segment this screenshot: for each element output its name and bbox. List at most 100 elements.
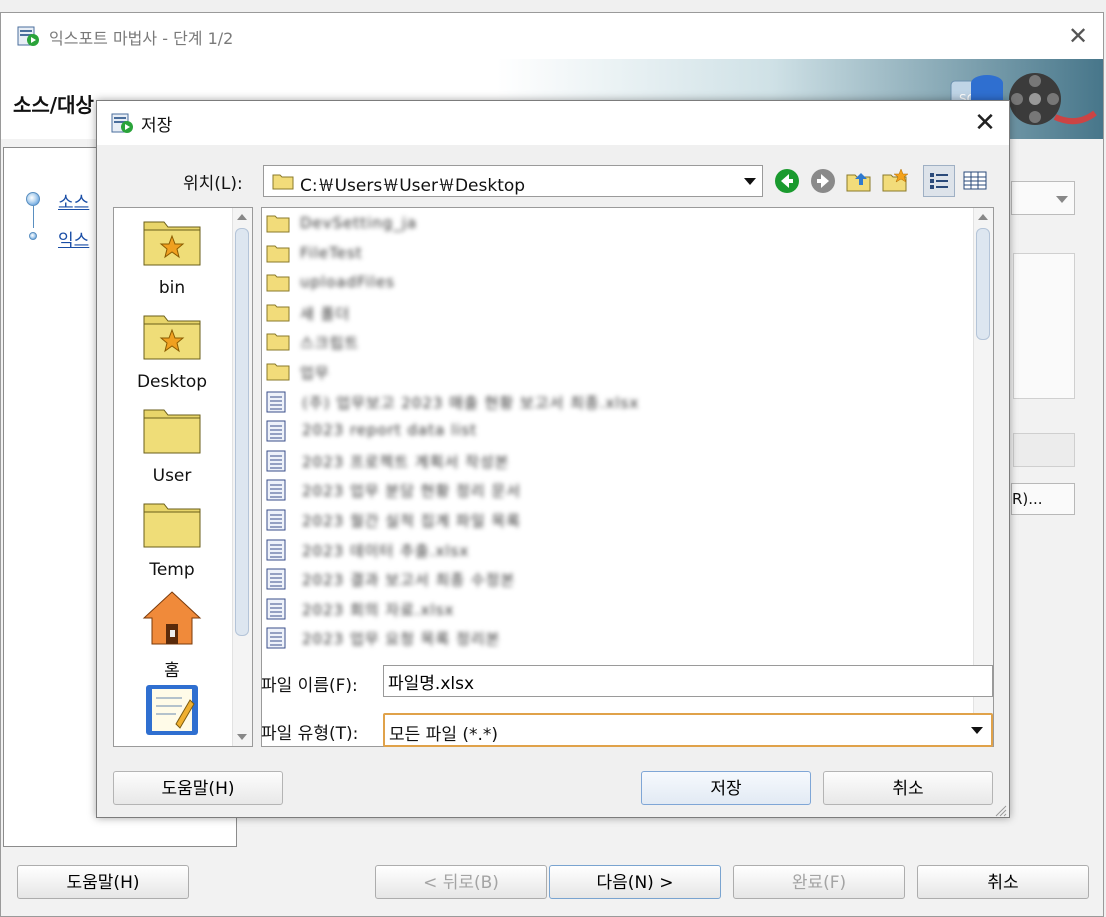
wizard-browse-button[interactable]: R)... — [1011, 483, 1075, 515]
home-icon — [142, 591, 202, 650]
wizard-help-button[interactable]: 도움말(H) — [17, 865, 189, 899]
place-documents[interactable] — [114, 684, 230, 740]
document-icon — [266, 391, 286, 417]
file-row[interactable]: 2023 프로젝트 계획서 작성본 — [266, 447, 966, 475]
help-button[interactable]: 도움말(H) — [113, 771, 283, 805]
place-home[interactable]: 홈 — [114, 590, 230, 681]
scroll-up-icon[interactable] — [237, 214, 247, 220]
step-connector — [33, 206, 34, 228]
wizard-step-label[interactable]: 익스 — [58, 226, 89, 251]
place-temp[interactable]: Temp — [114, 498, 230, 580]
file-name: 2023 결과 보고서 최종 수정본 — [302, 571, 516, 590]
wizard-close-icon[interactable]: ✕ — [1063, 21, 1093, 51]
wizard-path-field[interactable] — [1013, 433, 1075, 467]
up-folder-icon[interactable] — [845, 167, 873, 195]
chevron-down-icon — [744, 178, 756, 185]
wizard-next-button[interactable]: 다음(N) > — [549, 865, 721, 899]
scroll-up-icon[interactable] — [978, 214, 988, 220]
file-row[interactable]: 2023 회의 자료.xlsx — [266, 595, 966, 623]
file-row[interactable]: (주) 업무보고 2023 매출 현황 보고서 최종.xlsx — [266, 388, 966, 416]
file-name: 2023 데이터 추출.xlsx — [302, 541, 470, 560]
file-name: uploadFiles — [300, 273, 396, 292]
folder-row[interactable]: 새 폴더 — [266, 299, 966, 327]
document-icon — [266, 539, 286, 565]
file-row[interactable]: 2023 결과 보고서 최종 수정본 — [266, 565, 966, 593]
save-dialog-app-icon — [111, 112, 135, 138]
folder-icon — [266, 213, 290, 237]
location-value: C:￦Users￦User￦Desktop — [300, 176, 526, 196]
file-name: DevSetting_ja — [300, 214, 418, 232]
file-name: 2023 회의 자료.xlsx — [302, 600, 455, 619]
places-sidebar: bin Desktop User Temp 홈 — [113, 207, 253, 747]
wizard-back-button[interactable]: < 뒤로(B) — [375, 865, 547, 899]
folder-row[interactable]: FileTest — [266, 240, 966, 268]
scroll-down-icon[interactable] — [237, 734, 247, 740]
new-folder-icon[interactable] — [881, 167, 909, 195]
file-name: (주) 업무보고 2023 매출 현황 보고서 최종.xlsx — [302, 393, 640, 412]
document-icon — [266, 509, 286, 535]
document-icon — [142, 685, 202, 740]
document-icon — [266, 627, 286, 653]
wizard-cancel-button[interactable]: 취소 — [917, 865, 1089, 899]
filetype-select[interactable]: 모든 파일 (*.*) — [383, 713, 993, 747]
file-row[interactable]: 2023 월간 실적 집계 파일 목록 — [266, 506, 966, 534]
back-arrow-icon[interactable] — [773, 167, 801, 195]
file-name: 2023 업무 분담 현황 정리 문서 — [302, 482, 522, 501]
places-scrollbar[interactable] — [232, 208, 252, 746]
chevron-down-icon — [1056, 196, 1068, 203]
places-scroll-thumb[interactable] — [235, 228, 249, 636]
starred-folder-icon — [142, 315, 202, 366]
wizard-title: 익스포트 마법사 - 단계 1/2 — [49, 29, 234, 48]
forward-arrow-icon[interactable] — [809, 167, 837, 195]
folder-icon — [142, 409, 202, 460]
folder-icon — [266, 272, 290, 296]
resize-grip-icon[interactable] — [993, 803, 1007, 817]
wizard-format-dropdown[interactable] — [1011, 181, 1075, 215]
place-desktop[interactable]: Desktop — [114, 310, 230, 392]
wizard-finish-button[interactable]: 완료(F) — [733, 865, 905, 899]
filename-input[interactable] — [383, 665, 993, 697]
location-combobox[interactable]: C:￦Users￦User￦Desktop — [263, 165, 763, 197]
place-label: Desktop — [136, 372, 208, 392]
details-view-icon[interactable] — [961, 167, 989, 195]
filetype-label: 파일 유형(T): — [261, 724, 359, 744]
place-label: Temp — [149, 560, 195, 580]
file-row[interactable]: 2023 업무 분담 현황 정리 문서 — [266, 476, 966, 504]
document-icon — [266, 420, 286, 446]
file-name: 2023 업무 요청 목록 정리본 — [302, 630, 501, 649]
document-icon — [266, 450, 286, 476]
file-name: 새 폴더 — [300, 304, 351, 323]
file-row[interactable]: 2023 데이터 추출.xlsx — [266, 536, 966, 564]
folder-row[interactable]: 업무 — [266, 358, 966, 386]
list-view-icon[interactable] — [923, 165, 955, 197]
starred-folder-icon — [142, 221, 202, 272]
close-icon[interactable]: ✕ — [969, 107, 1001, 139]
document-icon — [266, 479, 286, 505]
place-bin[interactable]: bin — [114, 216, 230, 298]
folder-row[interactable]: 스크립트 — [266, 328, 966, 356]
step-bullet-icon — [29, 232, 37, 240]
document-icon — [266, 598, 286, 624]
wizard-step-label[interactable]: 소스 — [58, 188, 89, 213]
save-dialog: 저장 ✕ 위치(L): C:￦Users￦User￦Desktop bin De… — [96, 100, 1010, 818]
save-button[interactable]: 저장 — [641, 771, 811, 805]
save-dialog-titlebar: 저장 ✕ — [97, 101, 1009, 145]
place-user[interactable]: User — [114, 404, 230, 486]
filetype-value: 모든 파일 (*.*) — [389, 725, 499, 745]
file-name: FileTest — [300, 243, 363, 262]
cancel-button[interactable]: 취소 — [823, 771, 993, 805]
file-row[interactable]: 2023 업무 요청 목록 정리본 — [266, 624, 966, 652]
file-row[interactable]: 2023 report data list — [266, 417, 966, 445]
file-list-scroll-thumb[interactable] — [976, 228, 990, 340]
file-name: 2023 프로젝트 계획서 작성본 — [302, 452, 510, 471]
wizard-options-panel — [1013, 253, 1075, 399]
wizard-titlebar: 익스포트 마법사 - 단계 1/2 ✕ — [1, 13, 1103, 59]
folder-icon — [266, 361, 290, 385]
place-label: bin — [158, 278, 186, 298]
folder-row[interactable]: uploadFiles — [266, 269, 966, 297]
folder-icon — [272, 172, 294, 194]
file-name: 2023 report data list — [302, 421, 478, 440]
chevron-down-icon — [971, 727, 983, 734]
place-label: User — [152, 466, 192, 486]
folder-row[interactable]: DevSetting_ja — [266, 210, 966, 238]
